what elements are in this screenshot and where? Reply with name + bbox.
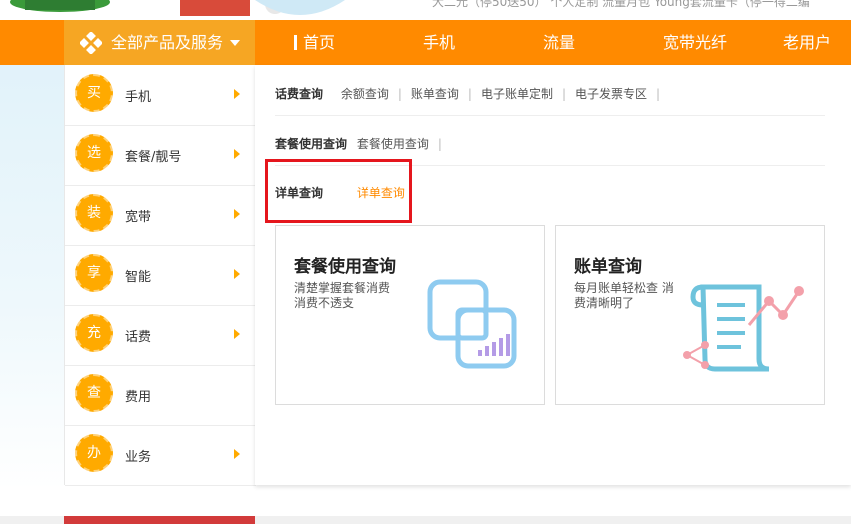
sidebar-badge: 买	[75, 74, 113, 112]
background-sky	[0, 20, 64, 490]
sidebar-item-topup[interactable]: 充 话费	[65, 305, 256, 366]
divider	[275, 115, 825, 116]
bill-query-link[interactable]: 账单查询	[411, 87, 459, 101]
card-description: 每月账单轻松查 消费清晰明了	[574, 281, 674, 310]
all-products-menu-button[interactable]: 全部产品及服务	[64, 20, 255, 65]
chevron-right-icon	[234, 329, 240, 339]
e-invoice-link[interactable]: 电子发票专区	[575, 87, 647, 101]
chevron-down-icon	[230, 40, 240, 46]
menu-row-plan-usage: 套餐使用查询 套餐使用查询 |	[275, 135, 451, 152]
category-sidebar: 买 手机 选 套餐/靓号 装 宽带 享 智能 充 话费 查 费用 办 业务	[64, 65, 256, 486]
nav-home-label: 首页	[303, 33, 336, 52]
sidebar-item-label: 手机	[125, 90, 152, 105]
divider: |	[397, 87, 402, 101]
sidebar-item-label: 智能	[125, 270, 152, 285]
chevron-right-icon	[234, 269, 240, 279]
chevron-right-icon	[234, 449, 240, 459]
sidebar-item-label: 话费	[125, 330, 152, 345]
card-title: 账单查询	[574, 257, 642, 277]
nav-data[interactable]: 流量	[543, 20, 575, 65]
nav-existing-users[interactable]: 老用户	[783, 20, 831, 65]
chevron-right-icon	[234, 209, 240, 219]
sidebar-badge: 选	[75, 134, 113, 172]
card-description: 清楚掌握套餐消费 消费不透支	[294, 281, 391, 310]
sidebar-badge: 办	[75, 434, 113, 472]
balance-query-link[interactable]: 余额查询	[341, 87, 389, 101]
sidebar-badge: 充	[75, 314, 113, 352]
sidebar-badge: 查	[75, 374, 113, 412]
holiday-banner-image	[0, 0, 345, 20]
bill-scroll-icon	[683, 284, 804, 372]
nav-broadband[interactable]: 宽带光纤	[663, 20, 727, 65]
sidebar-item-fees[interactable]: 查 费用	[65, 365, 256, 426]
menu-row-title: 套餐使用查询	[275, 137, 348, 151]
sidebar-item-label: 费用	[125, 390, 152, 405]
card-bill-query[interactable]: 账单查询 每月账单轻松查 消费清晰明了	[555, 225, 825, 405]
divider: |	[467, 87, 472, 101]
divider: |	[656, 87, 661, 101]
menu-row-bill-query: 话费查询 余额查询 | 账单查询 | 电子账单定制 | 电子发票专区 |	[275, 85, 669, 102]
divider: |	[437, 137, 442, 151]
nav-phone[interactable]: 手机	[423, 20, 455, 65]
sidebar-item-label: 业务	[125, 450, 152, 465]
sidebar-item-services[interactable]: 办 业务	[65, 425, 256, 486]
e-bill-custom-link[interactable]: 电子账单定制	[481, 87, 553, 101]
nav-home[interactable]: 首页	[294, 20, 335, 65]
sidebar-item-broadband[interactable]: 装 宽带	[65, 185, 256, 246]
card-plan-usage[interactable]: 套餐使用查询 清楚掌握套餐消费 消费不透支	[275, 225, 545, 405]
diamond-grid-icon	[80, 32, 102, 54]
annotation-highlight-box	[265, 159, 412, 223]
nav-active-marker	[294, 35, 297, 50]
all-products-label: 全部产品及服务	[111, 33, 224, 52]
plan-usage-link[interactable]: 套餐使用查询	[357, 137, 429, 151]
menu-row-title: 话费查询	[275, 87, 324, 101]
sidebar-item-label: 宽带	[125, 210, 152, 225]
divider: |	[561, 87, 567, 101]
card-title: 套餐使用查询	[294, 257, 396, 277]
sidebar-badge: 装	[75, 194, 113, 232]
chevron-right-icon	[234, 89, 240, 99]
sidebar-item-phone[interactable]: 买 手机	[65, 65, 256, 126]
chevron-right-icon	[234, 149, 240, 159]
sidebar-item-smart[interactable]: 享 智能	[65, 245, 256, 306]
top-promo-links[interactable]: 大二元（停50送50） 个人定制 流量月包 Young套流量卡（停一得二编	[432, 0, 810, 10]
sidebar-item-label: 套餐/靓号	[125, 150, 182, 165]
bottom-red-tab	[64, 516, 255, 524]
sidebar-item-plans[interactable]: 选 套餐/靓号	[65, 125, 256, 186]
usage-chart-icon	[427, 279, 517, 369]
sidebar-badge: 享	[75, 254, 113, 292]
